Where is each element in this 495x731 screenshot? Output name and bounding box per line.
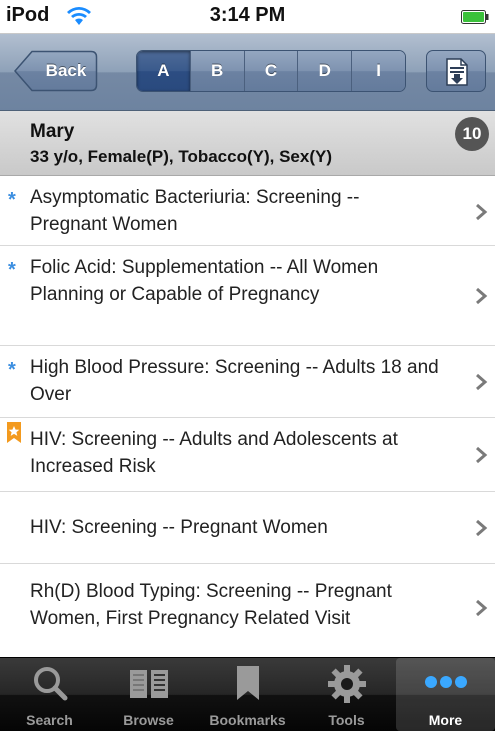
tab-bookmarks-label: Bookmarks (209, 712, 286, 728)
chevron-right-icon (476, 519, 488, 537)
list-item-title: Folic Acid: Supplementation -- All Women… (30, 257, 379, 305)
tab-tools[interactable]: Tools (297, 658, 396, 731)
list-item-title: Asymptomatic Bacteriuria: Screening -- P… (30, 187, 360, 235)
status-bar: iPod 3:14 PM (0, 0, 495, 34)
tab-browse[interactable]: Browse (99, 658, 198, 731)
list-item[interactable]: * High Blood Pressure: Screening -- Adul… (0, 346, 495, 418)
list-item-title: HIV: Screening -- Pregnant Women (30, 517, 328, 538)
chevron-right-icon (476, 203, 488, 221)
tab-more-label: More (428, 712, 463, 728)
segment-i[interactable]: I (351, 51, 405, 91)
list-item-title: Rh(D) Blood Typing: Screening -- Pregnan… (30, 581, 392, 629)
patient-name: Mary (30, 121, 75, 142)
gear-icon (327, 665, 366, 703)
back-button[interactable]: Back (14, 50, 98, 92)
tab-bar: Search Browse Bookmarks Tools More (0, 657, 495, 731)
patient-header: Mary 33 y/o, Female(P), Tobacco(Y), Sex(… (0, 111, 495, 176)
recommendation-count-badge: 10 (455, 117, 489, 151)
search-icon (33, 667, 67, 701)
list-item-title: High Blood Pressure: Screening -- Adults… (30, 357, 439, 405)
tab-browse-label: Browse (123, 712, 174, 728)
chevron-right-icon (476, 287, 488, 305)
status-time: 3:14 PM (209, 4, 286, 26)
list-item[interactable]: * Folic Acid: Supplementation -- All Wom… (0, 246, 495, 346)
bookmark-ribbon-icon (7, 422, 21, 443)
segment-a[interactable]: A (137, 51, 190, 91)
chevron-right-icon (476, 373, 488, 391)
tab-search-label: Search (26, 712, 73, 728)
tab-bookmarks[interactable]: Bookmarks (198, 658, 297, 731)
patient-details: 33 y/o, Female(P), Tobacco(Y), Sex(Y) (30, 147, 332, 166)
back-button-label: Back (45, 61, 87, 80)
segment-c[interactable]: C (243, 51, 298, 91)
segment-d[interactable]: D (297, 51, 352, 91)
tab-more[interactable]: More (396, 658, 495, 731)
segment-b[interactable]: B (189, 51, 244, 91)
tab-search[interactable]: Search (0, 658, 99, 731)
tab-tools-label: Tools (328, 712, 365, 728)
star-icon: * (8, 189, 16, 211)
export-document-icon (446, 58, 468, 86)
section-segmented-control: A B C D I (136, 50, 406, 92)
list-item-title: HIV: Screening -- Adults and Adolescents… (30, 429, 398, 477)
navigation-bar: Back A B C D I (0, 34, 495, 111)
list-item[interactable]: Rh(D) Blood Typing: Screening -- Pregnan… (0, 564, 495, 664)
list-item[interactable]: * Asymptomatic Bacteriuria: Screening --… (0, 176, 495, 246)
list-item[interactable]: HIV: Screening -- Adults and Adolescents… (0, 418, 495, 492)
list-item[interactable]: HIV: Screening -- Pregnant Women (0, 492, 495, 564)
battery-icon (461, 10, 489, 24)
more-dots-icon (424, 676, 467, 688)
star-icon: * (8, 359, 16, 381)
star-icon: * (8, 259, 16, 281)
book-icon (129, 670, 168, 698)
chevron-right-icon (476, 599, 488, 617)
bookmark-icon (236, 666, 259, 700)
export-button[interactable] (426, 50, 486, 92)
chevron-right-icon (476, 446, 488, 464)
